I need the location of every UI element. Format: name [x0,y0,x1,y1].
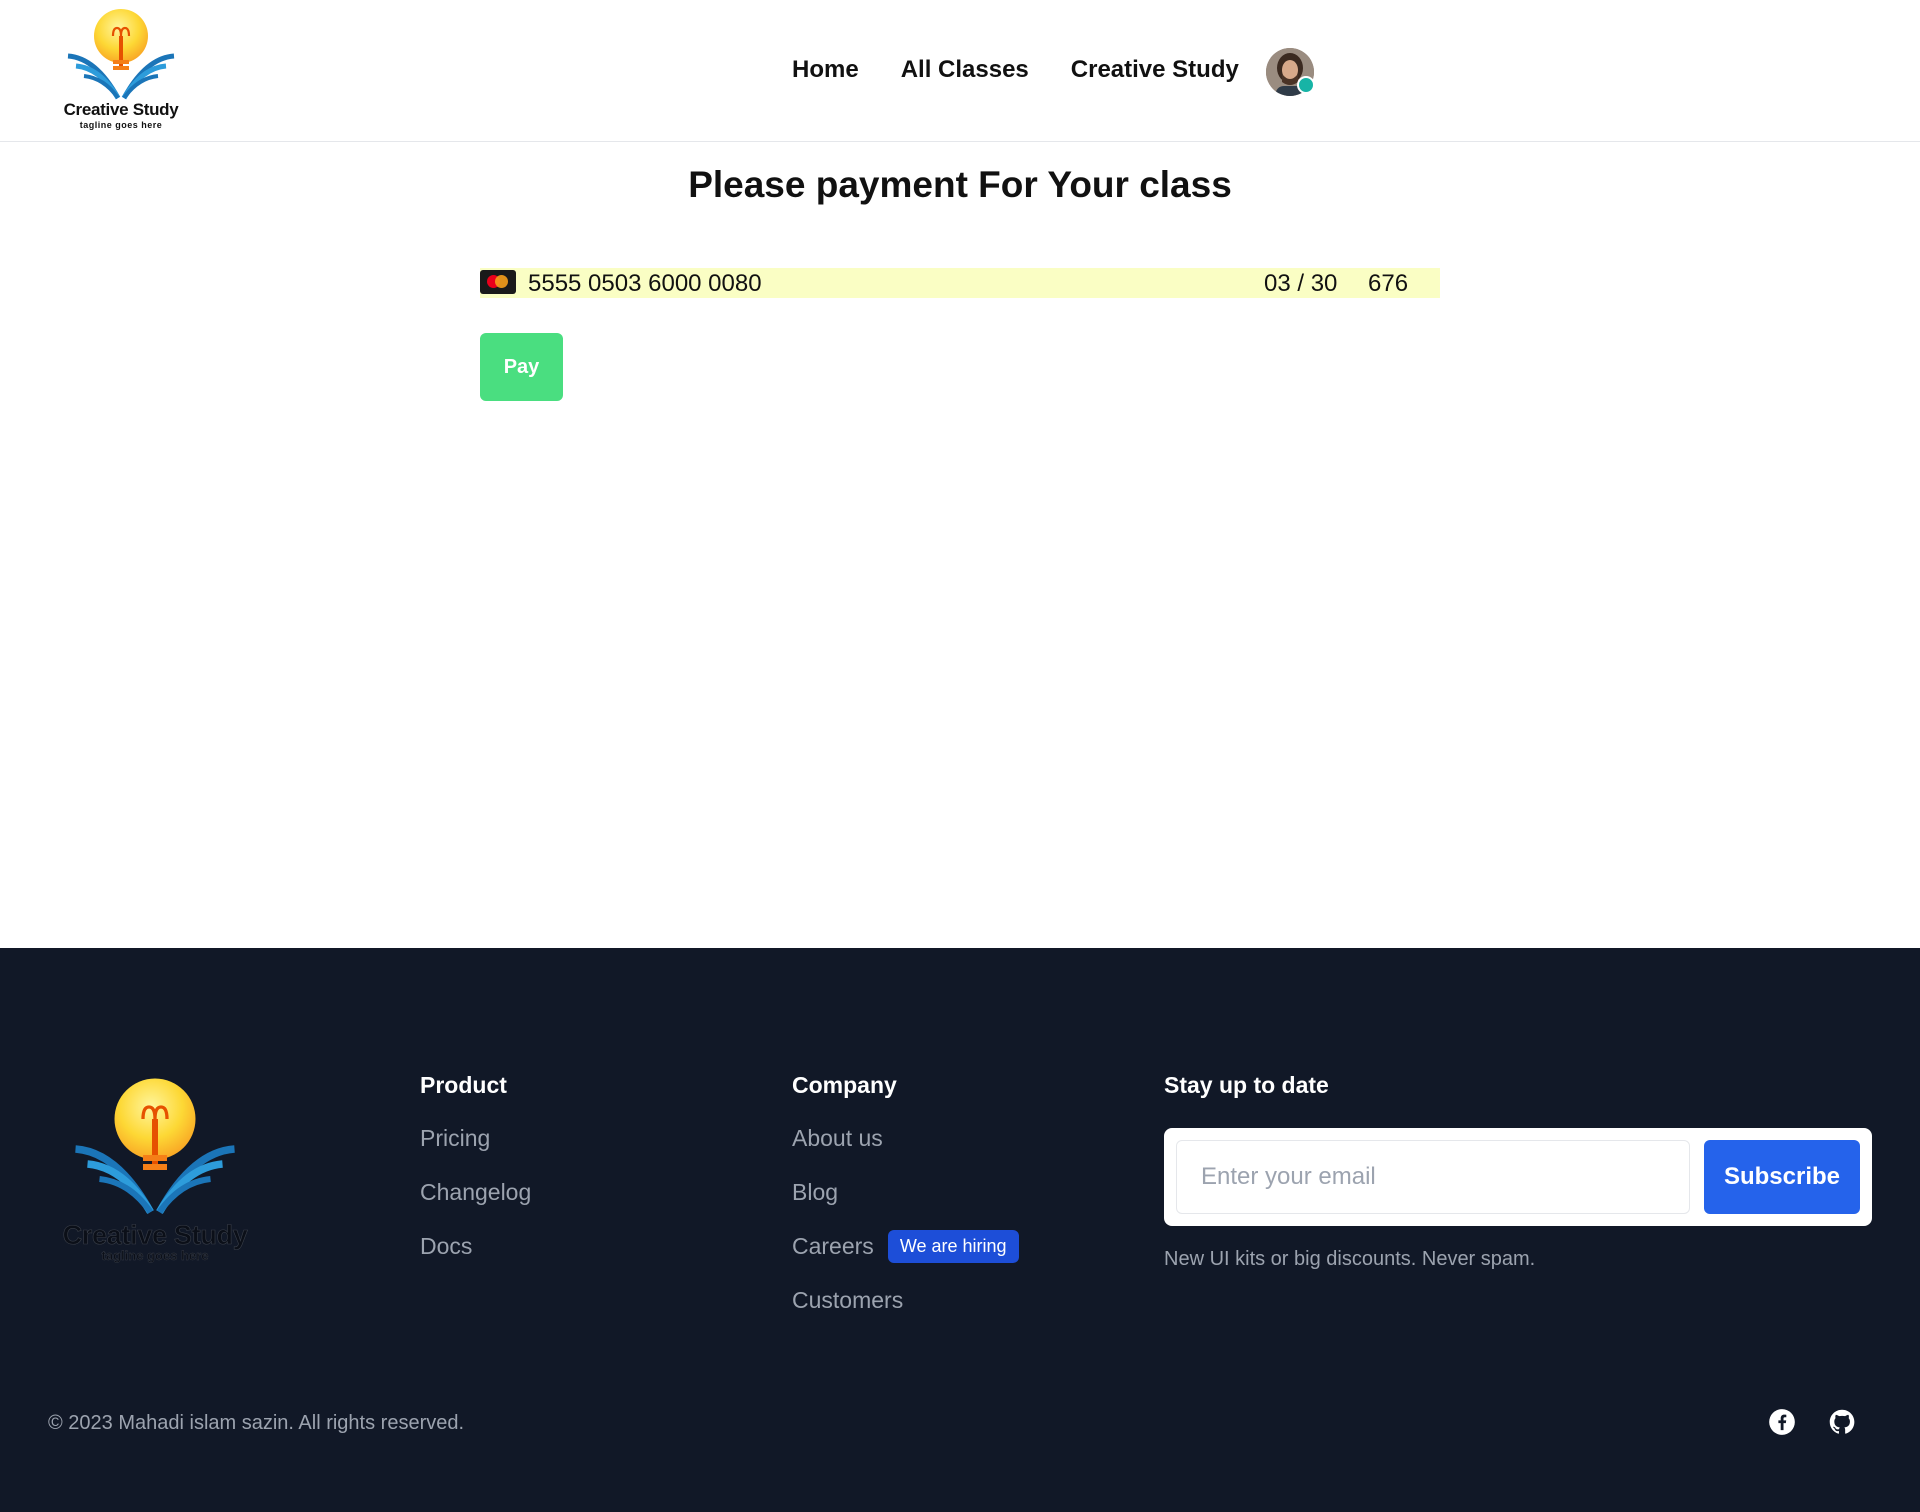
main-nav: Home All Classes Creative Study [792,56,1239,84]
mastercard-icon [480,270,516,294]
footer-logo[interactable]: Creative Study tagline goes here [60,1074,250,1264]
subscribe-note: New UI kits or big discounts. Never spam… [1164,1248,1536,1270]
pay-button[interactable]: Pay [480,333,563,401]
lightbulb-book-icon [75,1078,235,1214]
site-header: Creative Study tagline goes here Home Al… [0,0,1920,142]
footer-company-heading: Company [792,1072,897,1098]
lightbulb-book-icon [67,9,175,100]
footer-link-customers[interactable]: Customers [792,1285,1019,1315]
footer-product-heading: Product [420,1072,507,1098]
footer-product-column: Product Pricing Changelog Docs [420,1072,531,1285]
hiring-badge: We are hiring [887,1229,1019,1263]
footer-link-docs[interactable]: Docs [420,1231,531,1261]
user-avatar[interactable] [1266,48,1315,96]
logo-tagline: tagline goes here [79,120,163,130]
site-logo[interactable]: Creative Study tagline goes here [58,6,184,132]
footer-subscribe-heading: Stay up to date [1164,1072,1329,1098]
footer-subscribe-column: Stay up to date [1164,1072,1329,1099]
footer-link-careers[interactable]: Careers We are hiring [792,1229,1019,1263]
site-footer: Creative Study tagline goes here Product… [0,948,1920,1512]
card-cvc-field[interactable]: 676 [1368,270,1408,298]
nav-creative-study[interactable]: Creative Study [1071,56,1239,84]
logo-brand-text: Creative Study [63,100,179,119]
nav-all-classes[interactable]: All Classes [901,56,1029,84]
footer-company-column: Company About us Blog Careers We are hir… [792,1072,1019,1339]
footer-link-careers-label: Careers [792,1232,874,1259]
page-title: Please payment For Your class [688,164,1232,205]
footer-link-changelog[interactable]: Changelog [420,1177,531,1207]
email-input[interactable] [1176,1140,1690,1214]
subscribe-button[interactable]: Subscribe [1704,1140,1860,1214]
nav-home[interactable]: Home [792,56,859,84]
subscribe-form: Subscribe [1164,1128,1872,1226]
footer-link-blog[interactable]: Blog [792,1177,1019,1207]
footer-link-about-us[interactable]: About us [792,1123,1019,1153]
online-status-indicator [1297,76,1315,94]
github-icon[interactable] [1828,1408,1856,1436]
footer-link-pricing[interactable]: Pricing [420,1123,531,1153]
footer-logo-brand-text: Creative Study [62,1220,248,1251]
card-input[interactable]: 5555 0503 6000 0080 03 / 30 676 [480,268,1440,298]
copyright-text: © 2023 Mahadi islam sazin. All rights re… [48,1412,465,1434]
facebook-icon[interactable] [1768,1408,1796,1436]
card-number-field[interactable]: 5555 0503 6000 0080 [528,270,762,298]
card-expiry-field[interactable]: 03 / 30 [1264,270,1337,298]
footer-logo-tagline: tagline goes here [101,1248,209,1263]
